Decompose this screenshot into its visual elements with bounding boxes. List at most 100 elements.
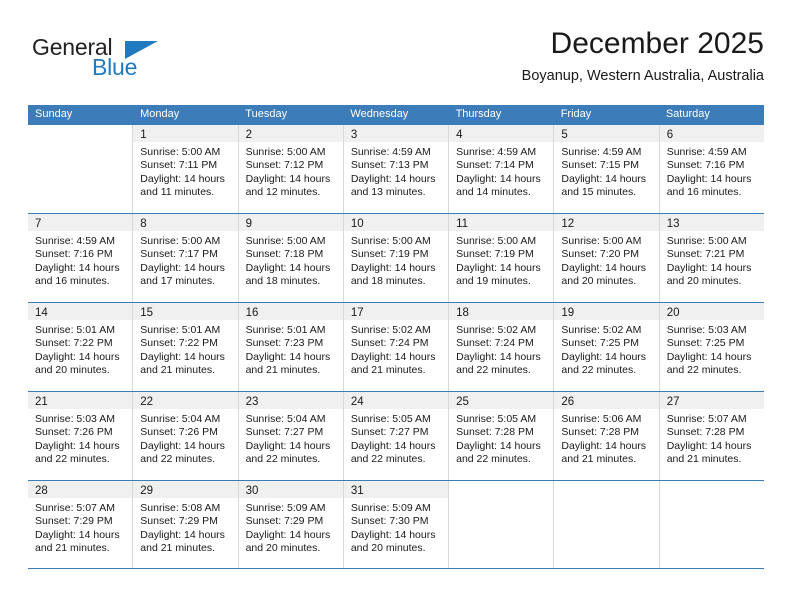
calendar-day-cell[interactable]: 10 Sunrise: 5:00 AM Sunset: 7:19 PM Dayligh…	[343, 214, 450, 302]
page-header: General Blue December 2025 Boyanup, West…	[28, 26, 764, 96]
day-number: 21	[35, 396, 48, 408]
day-number: 9	[245, 218, 252, 230]
day-number-band: 6	[659, 125, 764, 142]
day-details: Sunrise: 5:05 AM Sunset: 7:27 PM Daylight:…	[344, 409, 448, 466]
day-number-band: 1	[133, 125, 238, 142]
day-info-line: Sunrise: 5:00 AM	[350, 235, 431, 247]
day-number: 7	[35, 218, 42, 230]
day-info-line: and 14 minutes.	[456, 185, 531, 198]
calendar-cell-empty	[554, 481, 660, 568]
day-number: 26	[561, 396, 575, 408]
day-info-line: and 13 minutes.	[350, 185, 426, 198]
day-details: Sunrise: 5:02 AM Sunset: 7:24 PM Daylight:…	[344, 320, 448, 377]
day-details: Sunrise: 5:00 AM Sunset: 7:12 PM Daylight:…	[239, 142, 343, 199]
calendar-week-row: 21 Sunrise: 5:03 AM Sunset: 7:26 PM Dayligh…	[28, 391, 764, 480]
calendar-day-cell[interactable]: 1 Sunrise: 5:00 AM Sunset: 7:11 PM Daylight…	[133, 125, 239, 213]
day-info-line: and 20 minutes.	[350, 541, 426, 554]
day-number: 27	[666, 396, 680, 408]
calendar-day-cell[interactable]: 18 Sunrise: 5:02 AM Sunset: 7:24 PM Dayligh…	[449, 303, 555, 391]
calendar-day-cell[interactable]: 29 Sunrise: 5:08 AM Sunset: 7:29 PM Dayligh…	[133, 481, 239, 568]
day-info-line: Sunrise: 5:03 AM	[666, 324, 747, 336]
calendar-day-cell[interactable]: 13 Sunrise: 5:00 AM Sunset: 7:21 PM Dayligh…	[659, 214, 764, 302]
calendar-day-cell[interactable]: 4 Sunrise: 4:59 AM Sunset: 7:14 PM Daylight…	[449, 125, 555, 213]
day-info-line: Sunset: 7:29 PM	[245, 515, 324, 528]
day-details: Sunrise: 4:59 AM Sunset: 7:15 PM Daylight:…	[554, 142, 658, 199]
day-number: 31	[350, 485, 364, 497]
weekday-header-row: Sunday Monday Tuesday Wednesday Thursday Frid…	[28, 105, 764, 124]
day-info-line: Daylight: 14 hours	[245, 350, 331, 363]
calendar-day-cell[interactable]: 20 Sunrise: 5:03 AM Sunset: 7:25 PM Dayligh…	[659, 303, 764, 391]
calendar-day-cell[interactable]: 7 Sunrise: 4:59 AM Sunset: 7:16 PM Daylight…	[28, 214, 134, 302]
day-info-line: and 19 minutes.	[456, 274, 531, 287]
day-info-line: Sunrise: 5:08 AM	[140, 502, 221, 514]
day-info-line: Daylight: 14 hours	[140, 172, 225, 185]
day-details: Sunrise: 4:59 AM Sunset: 7:14 PM Daylight:…	[449, 142, 553, 199]
calendar-week-row: 28 Sunrise: 5:07 AM Sunset: 7:29 PM Dayligh…	[28, 480, 764, 569]
calendar-day-cell[interactable]: 22 Sunrise: 5:04 AM Sunset: 7:26 PM Dayligh…	[133, 392, 239, 480]
day-info-line: Sunset: 7:12 PM	[245, 159, 324, 172]
calendar-day-cell[interactable]: 26 Sunrise: 5:06 AM Sunset: 7:28 PM Dayligh…	[554, 392, 660, 480]
calendar-day-cell[interactable]: 25 Sunrise: 5:05 AM Sunset: 7:28 PM Dayligh…	[449, 392, 555, 480]
calendar-day-cell[interactable]: 15 Sunrise: 5:01 AM Sunset: 7:22 PM Dayligh…	[133, 303, 239, 391]
day-info-line: Daylight: 14 hours	[456, 172, 541, 185]
calendar-grid: Sunday Monday Tuesday Wednesday Thursday Frid…	[28, 105, 764, 569]
day-info-line: Daylight: 14 hours	[140, 261, 225, 274]
calendar-day-cell[interactable]: 9 Sunrise: 5:00 AM Sunset: 7:18 PM Daylight…	[238, 214, 344, 302]
day-info-line: Sunrise: 5:09 AM	[245, 502, 326, 514]
calendar-day-cell[interactable]: 28 Sunrise: 5:07 AM Sunset: 7:29 PM Dayligh…	[28, 481, 134, 568]
day-info-line: Daylight: 14 hours	[561, 350, 647, 363]
day-number-band: 4	[449, 125, 554, 142]
calendar-day-cell[interactable]: 27 Sunrise: 5:07 AM Sunset: 7:28 PM Dayligh…	[659, 392, 764, 480]
day-info-line: Daylight: 14 hours	[350, 528, 436, 541]
day-info-line: Sunset: 7:25 PM	[666, 337, 745, 350]
day-details: Sunrise: 5:02 AM Sunset: 7:24 PM Daylight:…	[449, 320, 553, 377]
day-info-line: Daylight: 14 hours	[350, 439, 436, 452]
day-number: 15	[140, 307, 154, 319]
day-info-line: Daylight: 14 hours	[35, 439, 120, 452]
calendar-day-cell[interactable]: 14 Sunrise: 5:01 AM Sunset: 7:22 PM Dayligh…	[28, 303, 134, 391]
day-number: 5	[561, 129, 568, 141]
day-number: 11	[456, 218, 469, 230]
general-blue-logo[interactable]: General Blue	[32, 34, 162, 86]
calendar-day-cell[interactable]: 8 Sunrise: 5:00 AM Sunset: 7:17 PM Daylight…	[133, 214, 239, 302]
day-info-line: Sunrise: 5:09 AM	[350, 502, 431, 514]
day-details: Sunrise: 5:09 AM Sunset: 7:30 PM Daylight:…	[344, 498, 448, 555]
calendar-weeks: 1 Sunrise: 5:00 AM Sunset: 7:11 PM Daylight…	[28, 124, 764, 569]
day-info-line: and 21 minutes.	[140, 541, 215, 554]
day-info-line: and 16 minutes.	[35, 274, 110, 287]
calendar-day-cell[interactable]: 24 Sunrise: 5:05 AM Sunset: 7:27 PM Dayligh…	[343, 392, 450, 480]
calendar-day-cell[interactable]: 17 Sunrise: 5:02 AM Sunset: 7:24 PM Dayligh…	[343, 303, 450, 391]
day-info-line: Sunrise: 5:04 AM	[245, 413, 326, 425]
calendar-day-cell[interactable]: 3 Sunrise: 4:59 AM Sunset: 7:13 PM Daylight…	[343, 125, 450, 213]
calendar-day-cell[interactable]: 2 Sunrise: 5:00 AM Sunset: 7:12 PM Daylight…	[238, 125, 344, 213]
calendar-day-cell[interactable]: 6 Sunrise: 4:59 AM Sunset: 7:16 PM Daylight…	[659, 125, 764, 213]
day-info-line: Sunset: 7:18 PM	[245, 248, 324, 261]
day-info-line: and 20 minutes.	[561, 274, 637, 287]
calendar-day-cell[interactable]: 30 Sunrise: 5:09 AM Sunset: 7:29 PM Dayligh…	[238, 481, 344, 568]
day-number-band: 16	[238, 303, 343, 320]
day-info-line: Sunset: 7:24 PM	[456, 337, 534, 350]
calendar-day-cell[interactable]: 16 Sunrise: 5:01 AM Sunset: 7:23 PM Dayligh…	[238, 303, 344, 391]
day-info-line: and 22 minutes.	[140, 452, 215, 465]
day-details: Sunrise: 5:00 AM Sunset: 7:19 PM Daylight:…	[344, 231, 448, 288]
calendar-day-cell[interactable]: 5 Sunrise: 4:59 AM Sunset: 7:15 PM Daylight…	[554, 125, 660, 213]
day-info-line: Sunset: 7:30 PM	[350, 515, 429, 528]
calendar-day-cell[interactable]: 11 Sunrise: 5:00 AM Sunset: 7:19 PM Dayligh…	[449, 214, 555, 302]
calendar-day-cell[interactable]: 31 Sunrise: 5:09 AM Sunset: 7:30 PM Dayligh…	[343, 481, 450, 568]
day-info-line: Sunset: 7:20 PM	[561, 248, 640, 261]
day-info-line: Sunset: 7:14 PM	[456, 159, 534, 172]
day-number-band: 26	[554, 392, 659, 409]
day-info-line: Sunset: 7:16 PM	[666, 159, 745, 172]
day-info-line: Sunset: 7:26 PM	[140, 426, 218, 439]
calendar-day-cell[interactable]: 23 Sunrise: 5:04 AM Sunset: 7:27 PM Dayligh…	[238, 392, 344, 480]
day-info-line: Sunset: 7:27 PM	[245, 426, 324, 439]
day-number-band	[659, 481, 764, 498]
day-number-band: 7	[28, 214, 133, 231]
day-number-band: 20	[659, 303, 764, 320]
calendar-day-cell[interactable]: 21 Sunrise: 5:03 AM Sunset: 7:26 PM Dayligh…	[28, 392, 134, 480]
day-info-line: Daylight: 14 hours	[456, 261, 541, 274]
calendar-day-cell[interactable]: 19 Sunrise: 5:02 AM Sunset: 7:25 PM Dayligh…	[554, 303, 660, 391]
day-info-line: and 12 minutes.	[245, 185, 321, 198]
calendar-day-cell[interactable]: 12 Sunrise: 5:00 AM Sunset: 7:20 PM Dayligh…	[554, 214, 660, 302]
day-details: Sunrise: 4:59 AM Sunset: 7:16 PM Daylight:…	[28, 231, 132, 288]
